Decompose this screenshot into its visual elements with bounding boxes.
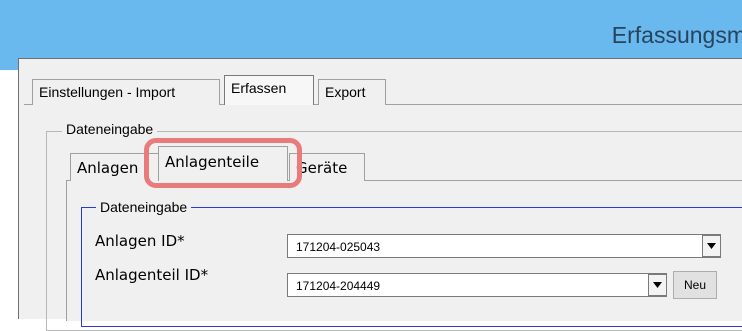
anlagenteil-id-dropdown-button[interactable] — [648, 274, 667, 296]
group-dateneingabe-inner-legend: Dateneingabe — [96, 199, 192, 215]
tab-anlagen[interactable]: Anlagen — [70, 153, 162, 181]
window-title: Erfassungsm — [611, 22, 742, 48]
tab-erfassen[interactable]: Erfassen — [224, 75, 314, 105]
chevron-down-icon — [707, 243, 716, 249]
anlagen-id-label: Anlagen ID* — [95, 232, 185, 250]
anlagenteil-id-label: Anlagenteil ID* — [95, 266, 209, 284]
neu-button[interactable]: Neu — [673, 271, 717, 299]
anlagenteil-id-value: 171204-204449 — [296, 279, 381, 293]
anlagen-id-combobox[interactable]: 171204-025043 — [287, 234, 721, 258]
group-dateneingabe-outer-legend: Dateneingabe — [62, 121, 158, 137]
tab-anlagenteile[interactable]: Anlagenteile — [158, 146, 288, 181]
anlagenteil-id-combobox[interactable]: 171204-204449 — [287, 273, 667, 297]
tab-einstellungen-import[interactable]: Einstellungen - Import — [32, 79, 220, 105]
anlagen-id-value: 171204-025043 — [296, 240, 381, 254]
anlagen-id-dropdown-button[interactable] — [702, 235, 721, 257]
tab-geraete[interactable]: Geräte — [289, 153, 365, 181]
tab-export[interactable]: Export — [318, 79, 386, 105]
chevron-down-icon — [653, 282, 662, 288]
